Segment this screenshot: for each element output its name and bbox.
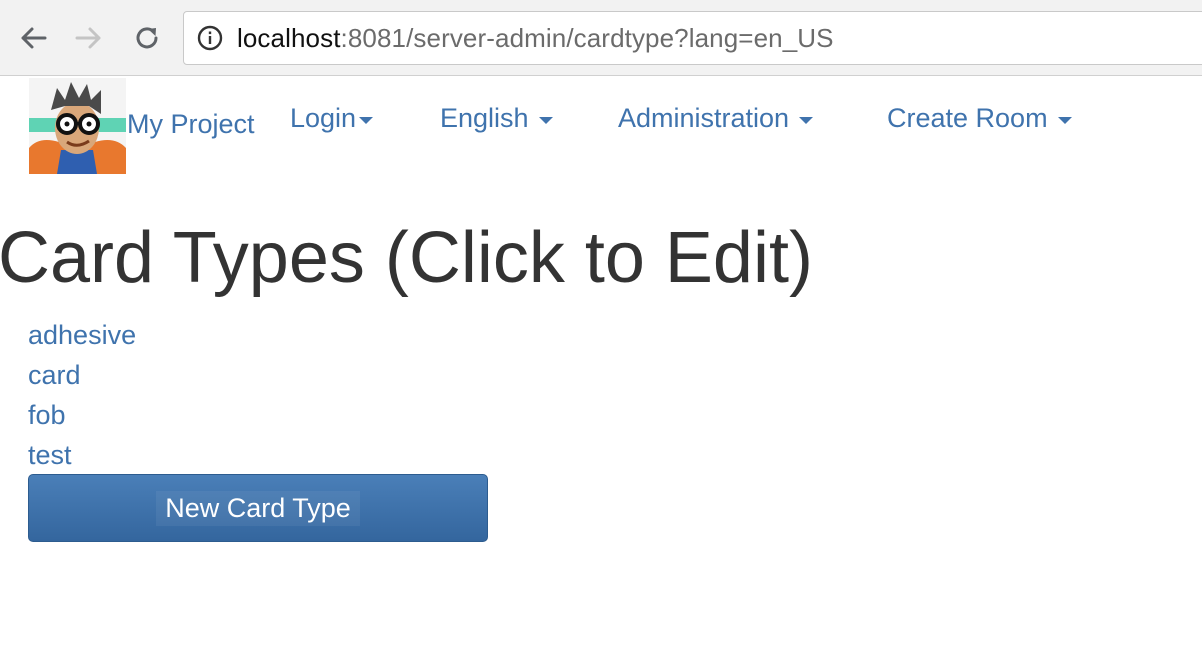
language-dropdown[interactable]: English (440, 103, 553, 134)
list-item: card (28, 355, 136, 395)
info-icon[interactable] (197, 25, 223, 51)
login-label: Login (290, 103, 357, 133)
caret-down-icon (799, 116, 814, 124)
language-label: English (440, 103, 529, 133)
url-path: :8081/server-admin/cardtype?lang=en_US (340, 22, 834, 53)
card-type-link-fob[interactable]: fob (28, 400, 66, 430)
forward-button[interactable] (73, 22, 105, 54)
page-title: Card Types (Click to Edit) (0, 218, 813, 298)
new-card-type-label: New Card Type (156, 490, 360, 526)
avatar-logo-icon (29, 78, 126, 174)
caret-down-icon (538, 116, 553, 124)
create-room-dropdown[interactable]: Create Room (887, 103, 1072, 134)
card-type-link-adhesive[interactable]: adhesive (28, 320, 136, 350)
reload-button[interactable] (131, 22, 163, 54)
create-room-label: Create Room (887, 103, 1048, 133)
url-host: localhost (237, 22, 341, 53)
new-card-type-button[interactable]: New Card Type (28, 474, 488, 542)
address-bar[interactable]: localhost:8081/server-admin/cardtype?lan… (183, 11, 1202, 65)
administration-label: Administration (618, 103, 790, 133)
card-type-list: adhesive card fob test (28, 315, 136, 475)
browser-toolbar: localhost:8081/server-admin/cardtype?lan… (0, 0, 1202, 76)
brand-link[interactable]: My Project (127, 109, 255, 140)
back-button[interactable] (17, 22, 49, 54)
list-item: fob (28, 395, 136, 435)
reload-icon (136, 27, 158, 49)
list-item: test (28, 435, 136, 475)
login-dropdown[interactable]: Login (290, 103, 374, 134)
forward-arrow-icon (75, 27, 101, 49)
caret-down-icon (1057, 116, 1072, 124)
project-logo[interactable] (29, 78, 126, 174)
card-type-link-card[interactable]: card (28, 360, 81, 390)
list-item: adhesive (28, 315, 136, 355)
url-text: localhost:8081/server-admin/cardtype?lan… (237, 23, 834, 54)
back-arrow-icon (21, 27, 47, 49)
card-type-link-test[interactable]: test (28, 440, 72, 470)
caret-down-icon (359, 116, 374, 124)
administration-dropdown[interactable]: Administration (618, 103, 814, 134)
site-navbar: My Project Login English Administration … (0, 76, 1202, 176)
